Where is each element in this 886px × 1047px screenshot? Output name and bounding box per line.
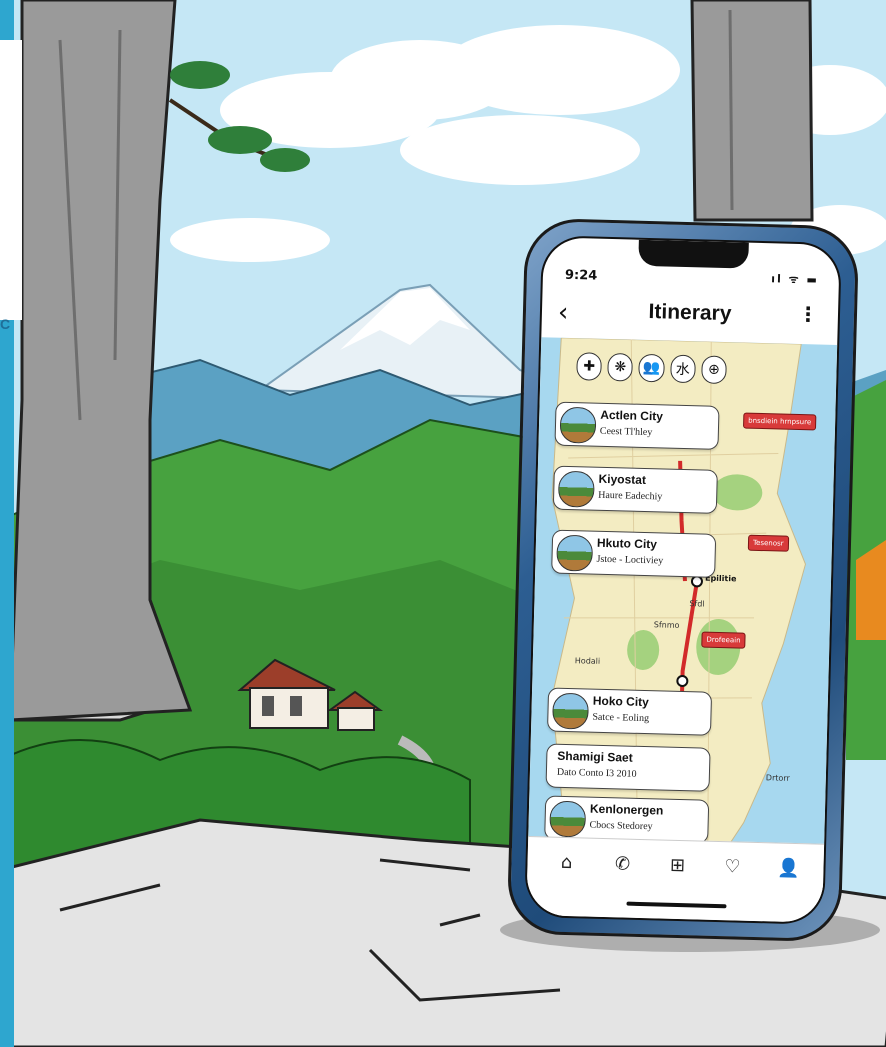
map-city-label: Hodali <box>574 656 601 666</box>
card-title: Hkuto City <box>596 535 658 552</box>
itinerary-card[interactable]: Kiyostat Haure Eadechiy <box>552 465 718 514</box>
bottom-tab-bar: ⌂ ✆ ⊞ ♡ 👤 <box>526 836 825 923</box>
more-options-icon[interactable]: ⋮ <box>798 302 819 327</box>
smartphone: 9:24 ıl ᯤ ▬ ‹ Itinerary ⋮ ✚ ❋ 👥 ⽔ ⊕ bnsd… <box>506 217 860 943</box>
heart-icon[interactable]: ♡ <box>717 856 748 887</box>
card-title: Hoko City <box>592 693 649 710</box>
card-subtitle: Cbocs Stedorey <box>589 819 653 833</box>
card-subtitle: Dato Conto I3 2010 <box>556 766 637 780</box>
map-small-label: Sfnmo <box>653 620 680 630</box>
card-subtitle: Haure Eadechiy <box>598 489 663 503</box>
card-title: Kenlonergen <box>589 801 664 818</box>
category-people-icon[interactable]: 👥 <box>638 353 665 383</box>
location-thumbnail <box>556 534 594 572</box>
app-header: ‹ Itinerary ⋮ <box>541 289 838 345</box>
category-add-icon[interactable]: ✚ <box>576 352 603 381</box>
itinerary-card[interactable]: Shamigi Saet Dato Conto I3 2010 <box>545 743 711 792</box>
phone-icon[interactable]: ✆ <box>607 853 638 884</box>
calendar-icon[interactable]: ⊞ <box>662 855 693 886</box>
itinerary-card[interactable]: Hoko City Satce - Eoling <box>546 687 713 736</box>
left-white-panel <box>0 40 22 320</box>
location-thumbnail <box>557 470 595 508</box>
profile-icon[interactable]: 👤 <box>773 857 804 888</box>
tree-trunk-right <box>690 0 814 222</box>
status-icons: ıl ᯤ ▬ <box>771 272 820 287</box>
home-icon[interactable]: ⌂ <box>551 852 582 883</box>
card-subtitle: Jstoe - Loctiviey <box>596 553 664 567</box>
itinerary-card[interactable]: Actlen City Ceest Tl'hley <box>554 401 720 450</box>
category-globe-icon[interactable]: ⊕ <box>700 355 727 385</box>
card-subtitle: Satce - Eoling <box>592 711 650 725</box>
itinerary-map[interactable]: ✚ ❋ 👥 ⽔ ⊕ bnsdiein hrnpsure Tesenosr Dro… <box>528 337 838 845</box>
status-time: 9:24 <box>564 267 598 284</box>
category-nature-icon[interactable]: ❋ <box>607 352 634 382</box>
location-thumbnail <box>549 800 587 838</box>
side-label: C <box>0 316 11 332</box>
phone-notch <box>638 239 749 269</box>
card-title: Shamigi Saet <box>557 748 633 765</box>
map-small-label: Sfdl <box>689 599 705 609</box>
phone-screen: 9:24 ıl ᯤ ▬ ‹ Itinerary ⋮ ✚ ❋ 👥 ⽔ ⊕ bnsd… <box>524 235 842 925</box>
map-pin[interactable]: Tesenosr <box>747 534 789 552</box>
location-thumbnail <box>559 406 597 444</box>
card-title: Actlen City <box>600 407 664 424</box>
map-small-label: Drtorr <box>765 773 790 783</box>
card-subtitle: Ceest Tl'hley <box>599 425 653 439</box>
category-water-icon[interactable]: ⽔ <box>669 354 696 384</box>
location-thumbnail <box>552 692 589 730</box>
itinerary-card[interactable]: Hkuto City Jstoe - Loctiviey <box>551 529 717 578</box>
category-filter-bar: ✚ ❋ 👥 ⽔ ⊕ <box>576 352 727 390</box>
home-indicator <box>626 901 727 909</box>
map-pin[interactable]: Drofeeain <box>701 631 746 649</box>
map-pin[interactable]: bnsdiein hrnpsure <box>742 412 817 431</box>
page-title: Itinerary <box>648 300 732 326</box>
card-title: Kiyostat <box>598 471 647 487</box>
